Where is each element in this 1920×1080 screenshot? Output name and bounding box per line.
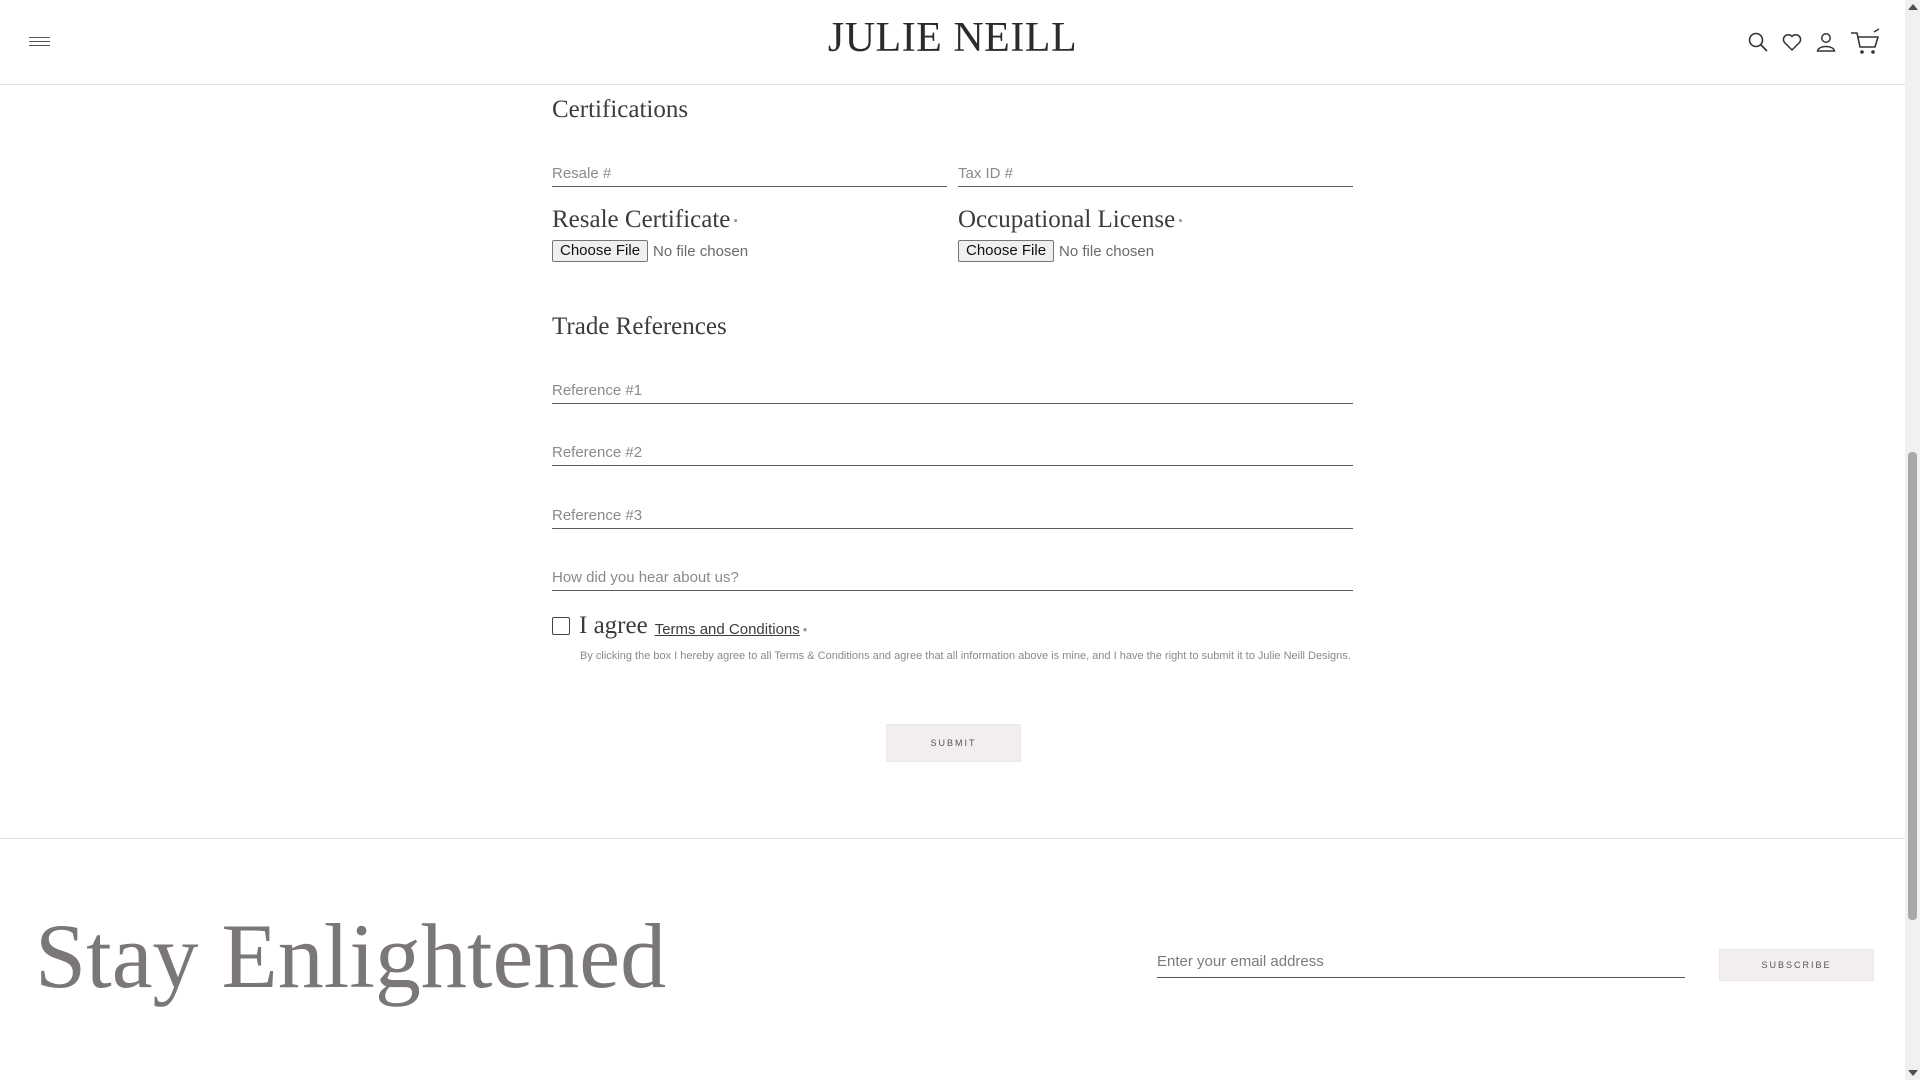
agree-checkbox[interactable] (552, 617, 570, 635)
cart-icon[interactable] (1849, 28, 1881, 56)
reference-1-input[interactable] (552, 379, 1353, 401)
trade-references-heading: Trade References (552, 313, 727, 340)
required-marker: • (1178, 213, 1183, 229)
scroll-up-icon[interactable] (1908, 4, 1918, 10)
resale-certificate-label: Resale Certificate • (552, 206, 738, 233)
resale-number-field[interactable] (552, 162, 947, 187)
hear-about-us-field[interactable] (552, 566, 1353, 591)
certifications-heading: Certifications (552, 96, 689, 123)
scrollbar-thumb[interactable] (1908, 452, 1917, 920)
footer-divider (0, 838, 1905, 839)
scroll-down-icon[interactable] (1908, 1070, 1918, 1076)
submit-button[interactable]: SUBMIT (886, 724, 1021, 762)
newsletter-heading: Stay Enlightened (35, 905, 667, 1007)
reference-2-input[interactable] (552, 441, 1353, 463)
page-scrollbar[interactable] (1905, 0, 1920, 1080)
newsletter-email-field[interactable] (1157, 953, 1685, 978)
reference-1-field[interactable] (552, 379, 1353, 404)
header-icons (1747, 28, 1881, 56)
required-marker: • (733, 213, 738, 229)
search-icon[interactable] (1747, 31, 1769, 53)
heart-icon[interactable] (1781, 31, 1803, 53)
tax-id-field[interactable] (958, 162, 1353, 187)
newsletter-email-input[interactable] (1157, 953, 1685, 970)
hear-about-us-input[interactable] (552, 566, 1353, 588)
terms-disclaimer: By clicking the box I hereby agree to al… (580, 650, 1351, 662)
site-header: JULIE NEILL (0, 0, 1905, 85)
occupational-license-upload: Choose File No file chosen (958, 240, 1154, 262)
account-icon[interactable] (1815, 31, 1837, 53)
occupational-license-file-status: No file chosen (1059, 242, 1155, 260)
resale-number-input[interactable] (552, 162, 947, 184)
reference-3-field[interactable] (552, 504, 1353, 529)
resale-certificate-upload: Choose File No file chosen (552, 240, 748, 262)
agree-row: I agree Terms and Conditions • (552, 612, 807, 640)
occupational-license-choose-file-button[interactable]: Choose File (958, 240, 1055, 262)
terms-and-conditions-link[interactable]: Terms and Conditions (655, 621, 800, 638)
agree-label: I agree (579, 612, 648, 639)
site-logo[interactable]: JULIE NEILL (0, 14, 1905, 62)
occupational-license-label: Occupational License • (958, 206, 1183, 233)
subscribe-button[interactable]: SUBSCRIBE (1719, 949, 1874, 981)
tax-id-input[interactable] (958, 162, 1353, 184)
reference-3-input[interactable] (552, 504, 1353, 526)
page: JULIE NEILL Certifications Resale Certif… (0, 0, 1905, 1080)
reference-2-field[interactable] (552, 441, 1353, 466)
resale-certificate-file-status: No file chosen (653, 242, 749, 260)
required-marker: • (802, 621, 808, 637)
resale-certificate-choose-file-button[interactable]: Choose File (552, 240, 649, 262)
